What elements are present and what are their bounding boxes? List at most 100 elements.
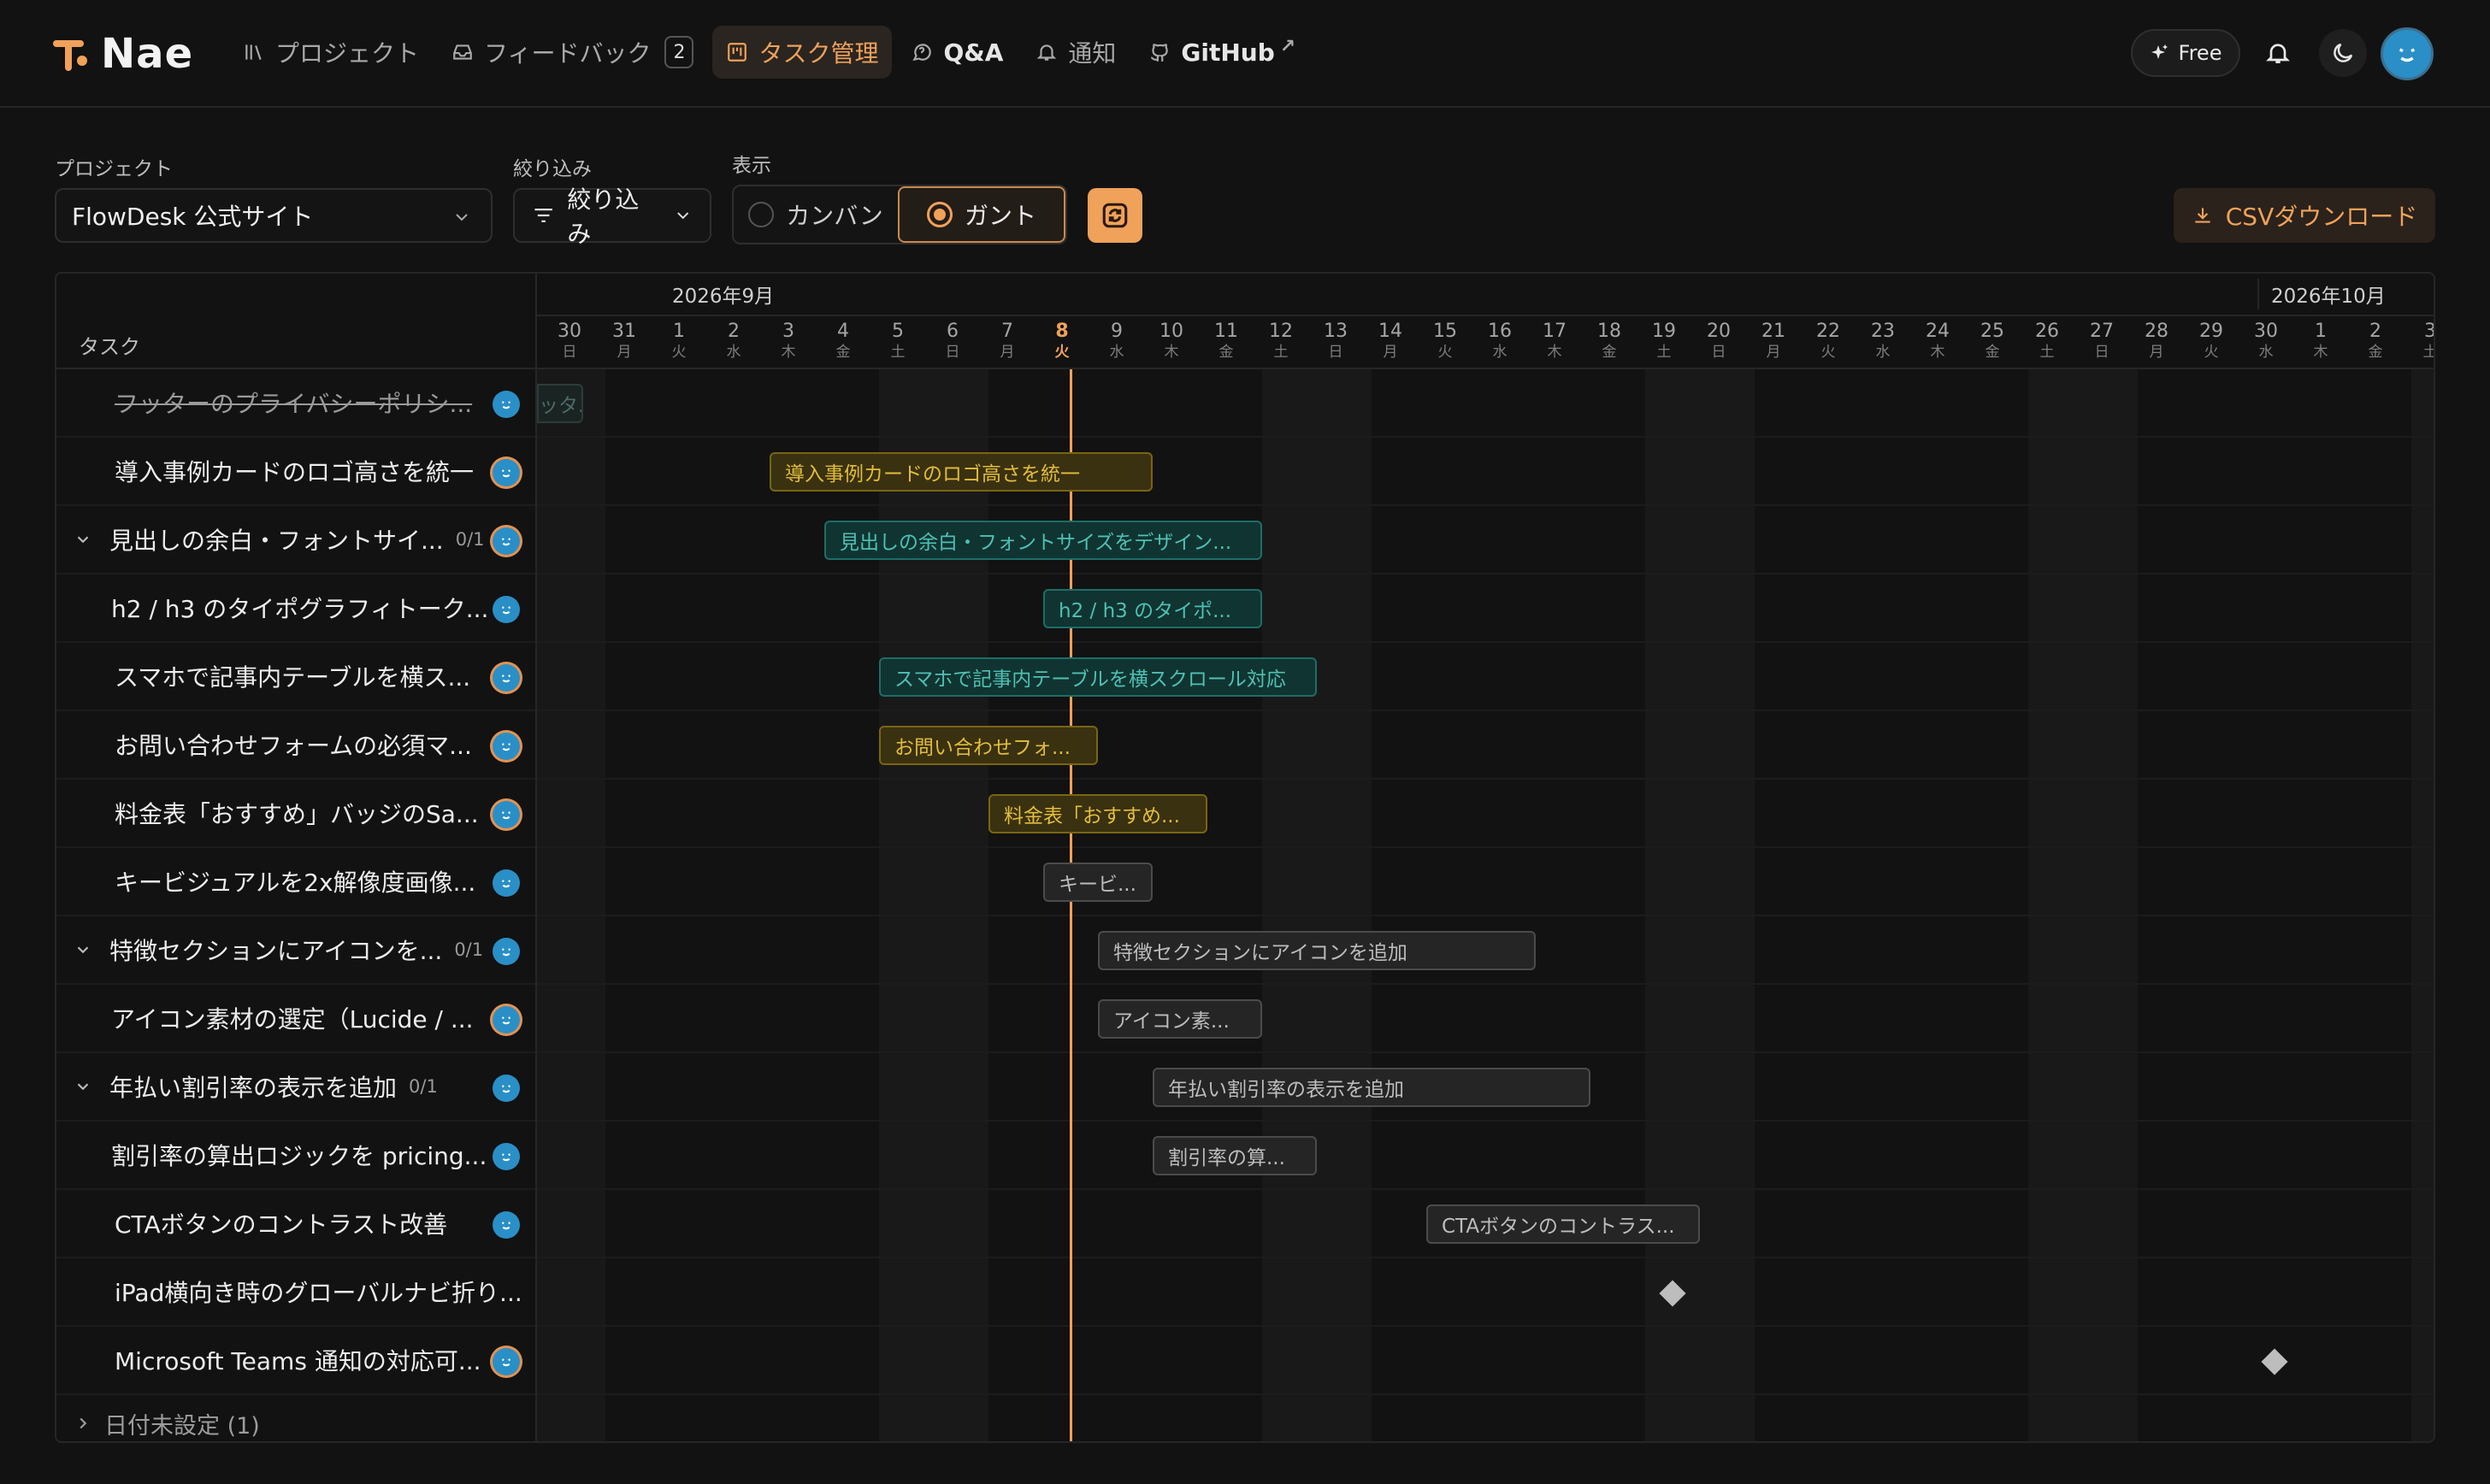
assignee-avatar[interactable] [493,459,520,486]
assignee-avatar[interactable] [493,733,520,760]
task-group-row[interactable]: 特徴セクションにアイコンを... 0/1 [56,916,535,985]
chevron-down-icon[interactable] [74,1077,92,1096]
day-label: 1木 [2293,321,2348,362]
task-row[interactable]: Microsoft Teams 通知の対応可... [56,1327,535,1395]
filter-button[interactable]: 絞り込み [513,186,711,248]
gantt-bar[interactable]: ッタ... [537,384,584,423]
user-avatar[interactable] [2381,27,2434,80]
day-number: 7 [1001,321,1013,342]
gantt-bar[interactable]: 割引率の算... [1153,1136,1317,1175]
gantt-bar[interactable]: 見出しの余白・フォントサイズをデザイン... [824,521,1262,560]
day-number: 30 [2254,321,2278,342]
nav-qa[interactable]: Q&A [897,26,1017,79]
assignee-avatar[interactable] [493,1211,520,1239]
task-row[interactable]: 割引率の算出ロジックを pricing... [56,1122,535,1190]
task-row[interactable]: CTAボタンのコントラスト改善 [56,1190,535,1258]
gantt-bar[interactable]: 料金表「おすすめ... [988,794,1207,833]
task-name: フッターのプライバシーポリシ... [115,390,473,418]
assignee-avatar[interactable] [493,1006,520,1034]
assignee-avatar[interactable] [493,869,520,897]
task-row[interactable]: 料金表「おすすめ」バッジのSa... [56,780,535,848]
gantt-bar[interactable]: CTAボタンのコントラス... [1426,1204,1700,1244]
row-divider [537,641,2434,643]
gantt-bar[interactable]: 特徴セクションにアイコンを追加 [1098,931,1536,970]
app-logo[interactable]: Nae [53,30,193,78]
assignee-avatar[interactable] [493,1348,520,1375]
undated-group[interactable]: 日付未設定 (1) [56,1402,535,1441]
gantt-bar[interactable]: キービ... [1043,863,1153,902]
chevron-down-icon[interactable] [74,530,92,549]
weekday: 月 [617,344,632,361]
task-row[interactable]: h2 / h3 のタイポグラフィトーク... [56,574,535,643]
day-number: 16 [1488,321,1512,342]
day-number: 13 [1324,321,1348,342]
assignee-avatar[interactable] [493,391,520,418]
task-row[interactable]: iPad横向き時のグローバルナビ折り... [56,1258,535,1327]
day-label: 26 土 [2020,321,2074,362]
assignee-avatar[interactable] [493,664,520,692]
row-divider [537,1257,2434,1258]
day-number: 23 [1871,321,1895,342]
face-icon [501,1222,511,1230]
view-option-gantt[interactable]: ガント [898,186,1065,243]
month-divider [537,315,2434,316]
day-label: 2水 [706,321,761,362]
refresh-button[interactable] [1088,188,1142,243]
download-icon [2195,208,2210,223]
nav-feedback[interactable]: フィードバック 2 [438,26,707,79]
task-header-label: タスク [79,335,140,359]
plan-label: Free [2178,41,2222,65]
plan-button[interactable]: Free [2131,29,2240,77]
notifications-button[interactable] [2257,32,2298,74]
csv-download-label: CSVダウンロード [2225,203,2418,231]
task-row[interactable]: フッターのプライバシーポリシ... [56,369,535,438]
project-select[interactable]: FlowDesk 公式サイト [55,188,493,243]
face-icon [501,606,511,615]
task-row[interactable]: スマホで記事内テーブルを横ス... [56,643,535,711]
day-number: 2 [728,321,740,342]
task-group-row[interactable]: 年払い割引率の表示を追加 0/1 [56,1053,535,1122]
nav-tasks[interactable]: タスク管理 [712,26,893,79]
assignee-avatar[interactable] [493,1143,520,1170]
csv-download-button[interactable]: CSVダウンロード [2174,188,2435,243]
day-label: 20 日 [1691,321,1746,362]
chevron-down-icon[interactable] [74,940,92,959]
gantt-bar[interactable]: アイコン素... [1098,999,1262,1039]
day-label: 12 土 [1254,321,1308,362]
weekday: 水 [1875,344,1891,361]
task-row[interactable]: アイコン素材の選定（Lucide / ... [56,985,535,1053]
task-group-row[interactable]: 見出しの余白・フォントサイ... 0/1 [56,506,535,574]
nav-notifications[interactable]: 通知 [1022,26,1130,79]
view-option-kanban[interactable]: カンバン [734,186,898,243]
nav-github[interactable]: GitHub ↗ [1135,26,1309,79]
task-row[interactable]: お問い合わせフォームの必須マ... [56,711,535,780]
assignee-avatar[interactable] [493,527,520,555]
assignee-avatar[interactable] [493,596,520,623]
external-link-icon: ↗ [1279,35,1296,57]
gantt-bar[interactable]: 年払い割引率の表示を追加 [1153,1068,1590,1107]
assignee-avatar[interactable] [493,801,520,828]
day-number: 29 [2199,321,2223,342]
theme-toggle-button[interactable] [2319,29,2367,77]
weekday: 火 [671,344,687,361]
gantt-bar[interactable]: スマホで記事内テーブルを横スクロール対応 [879,657,1317,697]
weekday: 木 [1547,344,1562,361]
day-label: 14 月 [1363,321,1418,362]
nav-tasks-label: タスク管理 [758,39,879,68]
assignee-avatar[interactable] [493,938,520,965]
day-number: 12 [1269,321,1293,342]
gantt-bar[interactable]: h2 / h3 のタイポ... [1043,589,1262,628]
gantt-bar[interactable]: お問い合わせフォ... [879,726,1098,765]
day-number: 18 [1597,321,1621,342]
nav-projects[interactable]: プロジェクト [229,26,433,79]
task-name: スマホで記事内テーブルを横ス... [115,663,471,692]
row-divider [537,1325,2434,1327]
day-label: 24 木 [1910,321,1965,362]
gantt-bar[interactable]: 導入事例カードのロゴ高さを統一 [770,452,1153,492]
task-row[interactable]: キービジュアルを2x解像度画像... [56,848,535,916]
day-label: 27 日 [2074,321,2129,362]
radio-icon [748,202,775,227]
assignee-avatar[interactable] [493,1075,520,1102]
day-number: 9 [1111,321,1123,342]
task-row[interactable]: 導入事例カードのロゴ高さを統一 [56,438,535,506]
